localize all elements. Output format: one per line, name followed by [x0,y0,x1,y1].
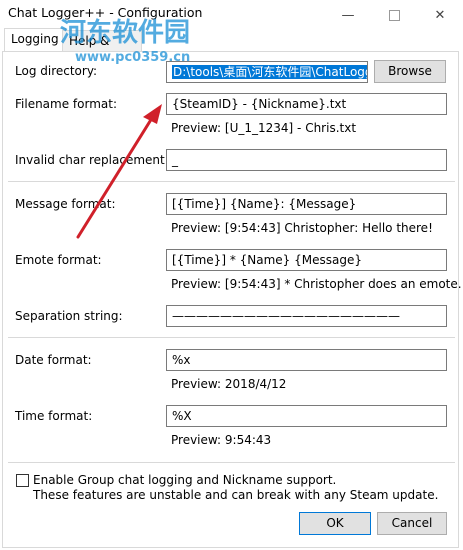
annotation-arrow [76,104,162,239]
